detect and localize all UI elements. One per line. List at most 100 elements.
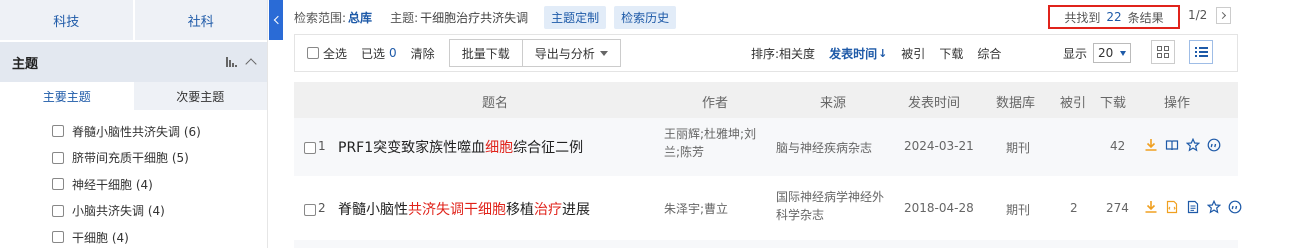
- scope-label: 检索范围:: [294, 10, 347, 25]
- html-read-icon[interactable]: [1165, 200, 1179, 214]
- grid-view-button[interactable]: [1151, 40, 1175, 64]
- selected-count: 已选 0: [361, 45, 397, 62]
- results-toolbar: 全选 已选 0 清除 批量下载 导出与分析 排序:相关度 发表时间 ↓ 被引 下载 …: [294, 34, 1238, 72]
- next-page-button[interactable]: [1216, 7, 1231, 24]
- search-results-page: 科技 社科 主题 主要主题 次要主题 脊髓小脑性共济失调 (6) 脐带间充质干细…: [0, 0, 1294, 248]
- bar-chart-icon[interactable]: [226, 57, 237, 67]
- facet-item[interactable]: 脊髓小脑性共济失调 (6): [52, 118, 267, 145]
- select-all-label: 全选: [323, 46, 348, 61]
- col-title: 题名: [482, 96, 509, 111]
- topic-label: 主题:: [390, 10, 419, 25]
- topic-facet-title: 主题: [12, 56, 39, 72]
- favorite-icon[interactable]: [1186, 138, 1200, 152]
- publish-date: 2018-04-28: [904, 201, 974, 215]
- facet-checkbox[interactable]: [52, 178, 64, 191]
- tab-primary-topic[interactable]: 主要主题: [0, 82, 134, 110]
- source[interactable]: 国际神经病学神经外科学杂志: [776, 188, 890, 224]
- filter-sidebar: 科技 社科 主题 主要主题 次要主题 脊髓小脑性共济失调 (6) 脐带间充质干细…: [0, 0, 268, 248]
- title-highlight: 共济失调干细胞: [408, 202, 506, 218]
- sort-by-cited[interactable]: 被引: [901, 45, 925, 62]
- title-part: 脊髓小脑性: [338, 202, 408, 218]
- facet-item[interactable]: 小脑共济失调 (4): [52, 198, 267, 225]
- sort-label: 排序:相关度: [751, 45, 815, 62]
- search-scope-bar: 检索范围: 总库 主题: 干细胞治疗共济失调 主题定制 检索历史: [294, 5, 684, 29]
- export-analyze-label: 导出与分析: [534, 46, 595, 61]
- title-highlight: 治疗: [534, 202, 562, 218]
- read-online-icon[interactable]: [1165, 138, 1179, 152]
- facet-checkbox[interactable]: [52, 151, 64, 164]
- favorite-icon[interactable]: [1207, 200, 1221, 214]
- facet-label: 小脑共济失调 (4): [72, 204, 165, 219]
- col-date: 发表时间: [908, 96, 961, 111]
- row-index: 1: [318, 139, 326, 153]
- sort-date-label: 发表时间: [829, 46, 878, 61]
- facet-item[interactable]: 神经干细胞 (4): [52, 171, 267, 198]
- col-operations: 操作: [1164, 96, 1191, 111]
- scope-value[interactable]: 总库: [348, 9, 372, 26]
- publish-date: 2024-03-21: [904, 139, 974, 153]
- sort-label-text: 排序:: [751, 46, 780, 61]
- grid-view-icon: [1157, 46, 1169, 58]
- list-view-button[interactable]: [1189, 40, 1213, 64]
- tab-social-science[interactable]: 社科: [134, 0, 267, 40]
- export-analyze-button[interactable]: 导出与分析: [522, 39, 621, 67]
- sort-overall[interactable]: 综合: [977, 45, 1001, 62]
- select-all[interactable]: 全选: [307, 45, 347, 62]
- title-part: PRF1突变致家族性噬血: [338, 140, 486, 156]
- facet-label: 脐带间充质干细胞 (5): [72, 151, 189, 166]
- sort-relevance[interactable]: 相关度: [779, 47, 815, 61]
- list-view-icon: [1194, 47, 1208, 57]
- article-title-link[interactable]: PRF1突变致家族性噬血细胞综合征二例: [338, 137, 583, 157]
- selected-label: 已选: [361, 46, 386, 61]
- facet-checkbox[interactable]: [52, 231, 64, 244]
- select-all-checkbox[interactable]: [307, 47, 319, 59]
- topic-customize-button[interactable]: 主题定制: [544, 5, 607, 29]
- title-part: 进展: [562, 202, 590, 218]
- result-count-suffix: 条结果: [1127, 10, 1164, 25]
- authors[interactable]: 朱泽宇;曹立: [664, 200, 764, 218]
- page-size-control: 显示 20: [1063, 35, 1132, 71]
- table-row: 2 脊髓小脑性共济失调干细胞移植治疗进展 朱泽宇;曹立 国际神经病学神经外科学杂…: [294, 180, 1242, 238]
- col-source: 来源: [820, 96, 847, 111]
- col-author: 作者: [702, 96, 729, 111]
- batch-download-button[interactable]: 批量下载: [448, 39, 523, 67]
- title-part: 综合征二例: [513, 140, 584, 156]
- article-title-link[interactable]: 脊髓小脑性共济失调干细胞移植治疗进展: [338, 199, 590, 219]
- row-checkbox[interactable]: [304, 142, 316, 154]
- sort-by-date[interactable]: 发表时间 ↓: [829, 45, 887, 62]
- table-header: 题名 作者 来源 发表时间 数据库 被引 下载 操作: [294, 82, 1238, 118]
- search-history-button[interactable]: 检索历史: [614, 5, 677, 29]
- caret-down-icon: [599, 50, 608, 56]
- facet-list: 脊髓小脑性共济失调 (6) 脐带间充质干细胞 (5) 神经干细胞 (4) 小脑共…: [0, 110, 267, 248]
- topic-facet-header[interactable]: 主题: [0, 42, 267, 82]
- facet-checkbox[interactable]: [52, 125, 64, 138]
- title-part: 移植: [506, 202, 534, 218]
- facet-item[interactable]: 脐带间充质干细胞 (5): [52, 145, 267, 172]
- sort-by-download[interactable]: 下载: [939, 45, 963, 62]
- next-row-partial: [294, 240, 1238, 248]
- cite-icon[interactable]: [1207, 138, 1221, 152]
- row-index: 2: [318, 201, 326, 215]
- row-operations: [1144, 138, 1221, 152]
- sidebar-collapse-button[interactable]: [269, 0, 283, 40]
- facet-label: 神经干细胞 (4): [72, 177, 153, 192]
- facet-checkbox[interactable]: [52, 204, 64, 217]
- row-checkbox[interactable]: [304, 204, 316, 216]
- download-icon[interactable]: [1144, 200, 1158, 214]
- download-icon[interactable]: [1144, 138, 1158, 152]
- tab-science[interactable]: 科技: [0, 0, 135, 40]
- cite-icon[interactable]: [1228, 200, 1242, 214]
- authors[interactable]: 王丽辉;杜雅坤;刘兰;陈芳: [664, 125, 764, 161]
- caret-down-icon: [1120, 50, 1127, 56]
- tab-secondary-topic[interactable]: 次要主题: [133, 82, 267, 110]
- chevron-up-icon[interactable]: [245, 58, 257, 70]
- download-count: 42: [1110, 139, 1126, 153]
- page-size-select[interactable]: 20: [1093, 43, 1132, 63]
- facet-item[interactable]: 干细胞 (4): [52, 224, 267, 248]
- pdf-file-icon[interactable]: [1186, 200, 1200, 214]
- source[interactable]: 脑与神经疾病杂志: [776, 139, 890, 157]
- results-main: 检索范围: 总库 主题: 干细胞治疗共济失调 主题定制 检索历史 共找到 22 …: [286, 0, 1294, 248]
- clear-button[interactable]: 清除: [411, 45, 435, 62]
- chevron-left-icon: [273, 15, 282, 25]
- topic-value: 干细胞治疗共济失调: [420, 10, 529, 25]
